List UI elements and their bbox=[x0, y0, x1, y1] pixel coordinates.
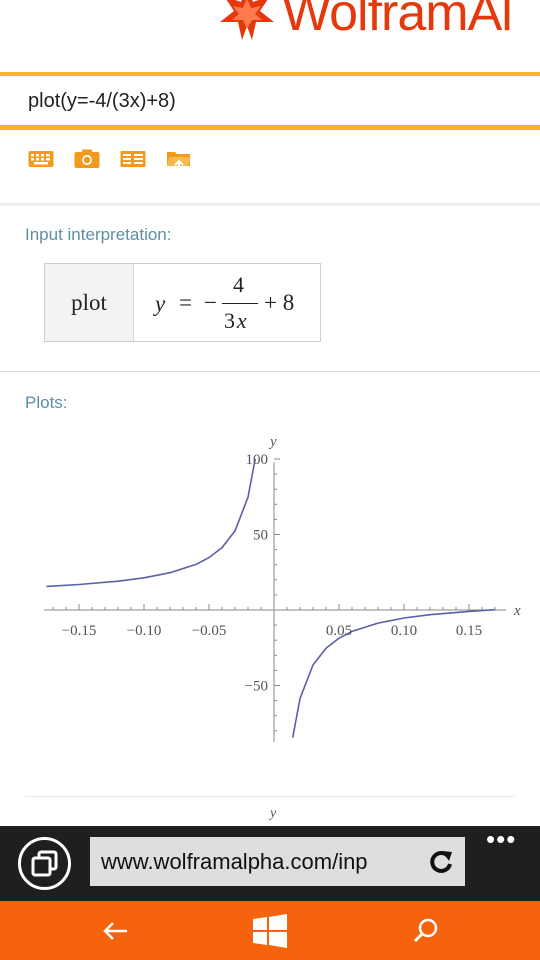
search-icon bbox=[413, 918, 438, 942]
formula-minus: − bbox=[204, 290, 217, 315]
plot-curves bbox=[46, 458, 496, 738]
denominator-number: 3 bbox=[224, 308, 235, 333]
browser-address-bar: www.wolframalpha.com/inp ••• bbox=[0, 826, 540, 901]
function-plot[interactable]: −0.15 −0.10 −0.05 0.05 0.10 0.15 100 50 −50 x y bbox=[0, 420, 540, 750]
x-tick-label: −0.05 bbox=[192, 623, 227, 639]
x-tick-label: 0.10 bbox=[391, 623, 417, 639]
formula-denominator: 3 x bbox=[224, 308, 247, 334]
denominator-variable: x bbox=[236, 308, 247, 333]
search-input[interactable] bbox=[28, 90, 508, 113]
header: WolframAl bbox=[0, 0, 540, 72]
spikey-star-icon bbox=[220, 0, 274, 40]
y-axis-label: y bbox=[268, 434, 277, 450]
interpretation-plot-label: plot bbox=[45, 264, 134, 341]
fraction-bar bbox=[222, 303, 258, 304]
start-button[interactable] bbox=[230, 901, 310, 960]
formula-numerator: 4 bbox=[233, 272, 244, 297]
input-interpretation-title: Input interpretation: bbox=[25, 225, 172, 244]
camera-icon[interactable] bbox=[74, 148, 100, 170]
input-toolbar bbox=[28, 148, 192, 170]
second-plot-y-label: y bbox=[270, 806, 277, 821]
back-arrow-icon bbox=[103, 921, 127, 940]
search-button[interactable] bbox=[386, 901, 466, 960]
section-separator bbox=[0, 203, 540, 207]
x-axis-label: x bbox=[513, 603, 521, 619]
pod-divider-bottom bbox=[25, 796, 515, 797]
y-tick-label: −50 bbox=[245, 679, 268, 695]
examples-icon[interactable] bbox=[120, 148, 146, 170]
x-tick-label: 0.15 bbox=[456, 623, 482, 639]
x-tick-label: 0.05 bbox=[326, 623, 352, 639]
plot-axes bbox=[44, 458, 506, 742]
formula-lhs: y bbox=[155, 291, 166, 316]
y-tick-label: 100 bbox=[246, 452, 269, 468]
x-tick-label: −0.10 bbox=[127, 623, 162, 639]
plot-labels: −0.15 −0.10 −0.05 0.05 0.10 0.15 100 50 −50 x y bbox=[62, 434, 521, 695]
x-tick-label: −0.15 bbox=[62, 623, 97, 639]
formula-tail: + 8 bbox=[264, 290, 295, 315]
windows-nav-bar bbox=[0, 901, 540, 960]
plot-curve-branch-1 bbox=[46, 458, 256, 588]
tabs-button[interactable] bbox=[18, 837, 71, 890]
plots-title: Plots: bbox=[25, 393, 68, 412]
keyboard-icon[interactable] bbox=[28, 148, 54, 170]
windows-logo-icon bbox=[253, 913, 287, 948]
wolfram-logo[interactable]: WolframAl bbox=[218, 0, 513, 48]
search-bar bbox=[0, 72, 540, 130]
folder-upload-icon[interactable] bbox=[166, 148, 192, 170]
input-interpretation-box: plot y = − 4 3 x + 8 bbox=[44, 263, 321, 342]
url-field[interactable]: www.wolframalpha.com/inp bbox=[90, 837, 465, 886]
refresh-icon[interactable] bbox=[427, 848, 455, 876]
more-options-icon[interactable]: ••• bbox=[486, 826, 516, 852]
interpretation-formula: y = − 4 3 x + 8 bbox=[134, 264, 320, 341]
url-text: www.wolframalpha.com/inp bbox=[101, 848, 368, 874]
y-tick-label: 50 bbox=[253, 528, 268, 544]
formula-equals: = bbox=[179, 290, 192, 315]
back-button[interactable] bbox=[75, 901, 155, 960]
tabs-icon bbox=[31, 850, 57, 876]
logo-text: WolframAl bbox=[282, 0, 513, 42]
pod-divider bbox=[0, 371, 540, 372]
